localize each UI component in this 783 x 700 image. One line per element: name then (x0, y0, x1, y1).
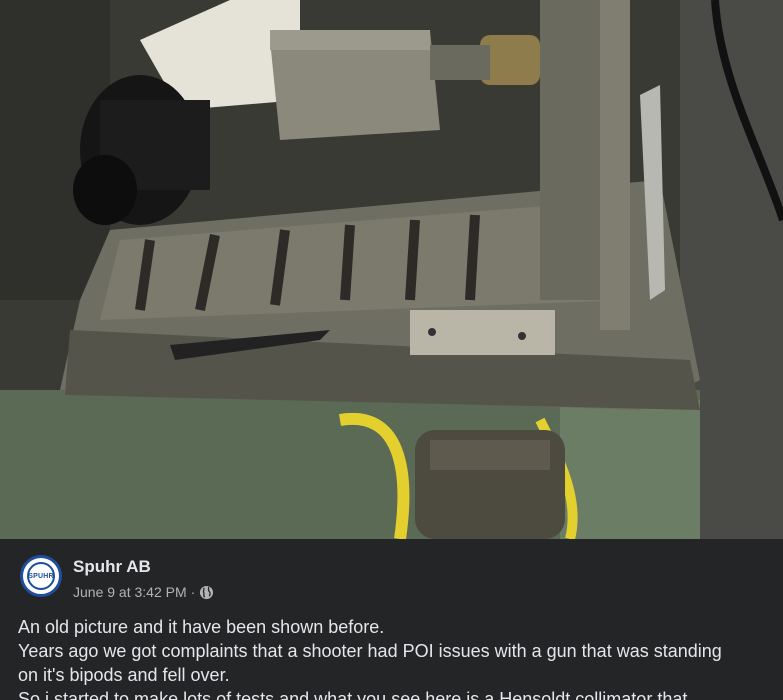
post-text: An old picture and it have been shown be… (18, 615, 768, 700)
globe-icon[interactable] (199, 585, 214, 600)
post-timestamp[interactable]: June 9 at 3:42 PM (73, 584, 187, 600)
avatar-logo: SPUHR (27, 562, 55, 590)
page-name-link[interactable]: Spuhr AB (73, 557, 151, 577)
post-meta: June 9 at 3:42 PM · (73, 584, 214, 600)
meta-separator: · (190, 584, 196, 600)
post-text-line: Years ago we got complaints that a shoot… (18, 641, 722, 661)
post-text-line: on it's bipods and fell over. (18, 665, 230, 685)
post-container: SPUHR Spuhr AB June 9 at 3:42 PM · An ol… (0, 539, 783, 700)
post-photo[interactable] (0, 0, 783, 539)
machine-photo-illustration (0, 0, 783, 539)
page-avatar[interactable]: SPUHR (20, 555, 62, 597)
post-text-line: An old picture and it have been shown be… (18, 617, 385, 637)
post-text-line: So i started to make lots of tests and w… (18, 689, 688, 700)
